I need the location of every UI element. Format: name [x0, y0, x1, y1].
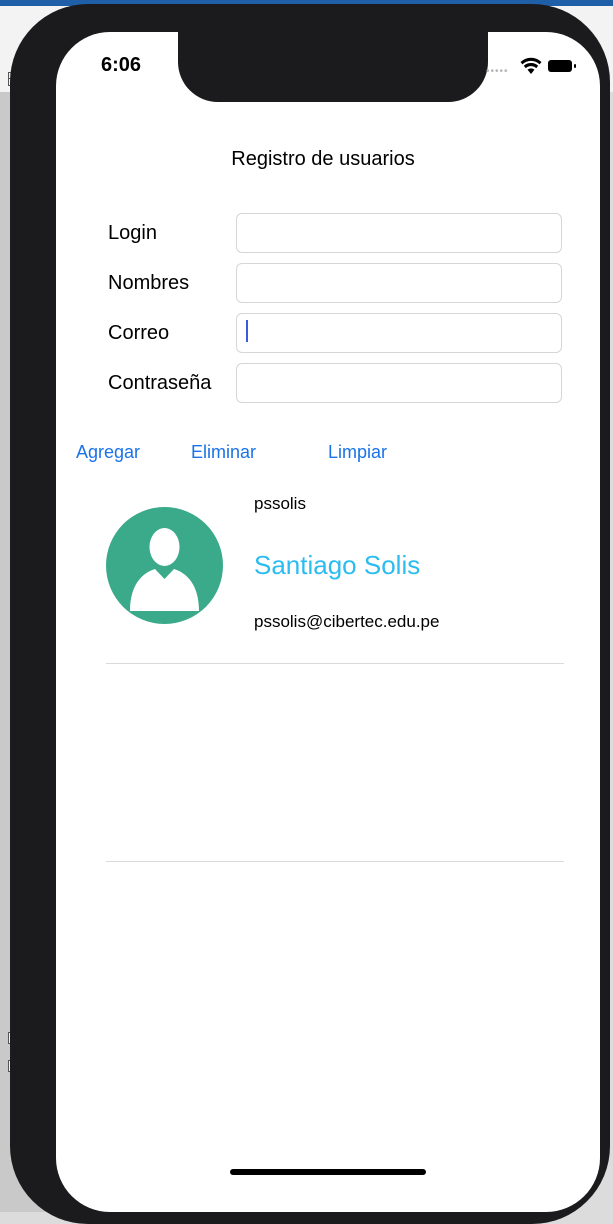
nombres-label: Nombres: [108, 272, 190, 294]
contrasena-input[interactable]: [236, 363, 562, 403]
wifi-icon: [520, 57, 542, 74]
clear-button[interactable]: Limpiar: [328, 442, 387, 463]
user-name: Santiago Solis: [254, 550, 421, 580]
user-email: pssolis@cibertec.edu.pe: [254, 612, 440, 631]
delete-button[interactable]: Eliminar: [191, 442, 256, 463]
status-indicators: •••••: [486, 56, 576, 78]
add-button[interactable]: Agregar: [76, 442, 140, 463]
signal-icon: •••••: [486, 66, 509, 77]
login-label: Login: [108, 222, 157, 244]
nombres-input[interactable]: [236, 263, 562, 303]
correo-input[interactable]: [236, 313, 562, 353]
phone-frame: 6:06 ••••• Registro de usuarios Login No…: [10, 4, 610, 1224]
phone-screen: 6:06 ••••• Registro de usuarios Login No…: [56, 32, 600, 1212]
contrasena-label: Contraseña: [108, 372, 212, 394]
page-title: Registro de usuarios: [231, 148, 415, 170]
home-indicator[interactable]: [230, 1169, 426, 1175]
list-separator: [106, 663, 564, 664]
phone-notch: [178, 32, 488, 102]
user-silhouette-icon: [106, 507, 223, 624]
list-separator: [106, 861, 564, 862]
correo-label: Correo: [108, 322, 170, 344]
status-time: 6:06: [101, 54, 142, 76]
battery-icon: [548, 60, 576, 72]
login-input[interactable]: [236, 213, 562, 253]
user-login: pssolis: [254, 494, 306, 513]
text-cursor: [246, 320, 248, 342]
